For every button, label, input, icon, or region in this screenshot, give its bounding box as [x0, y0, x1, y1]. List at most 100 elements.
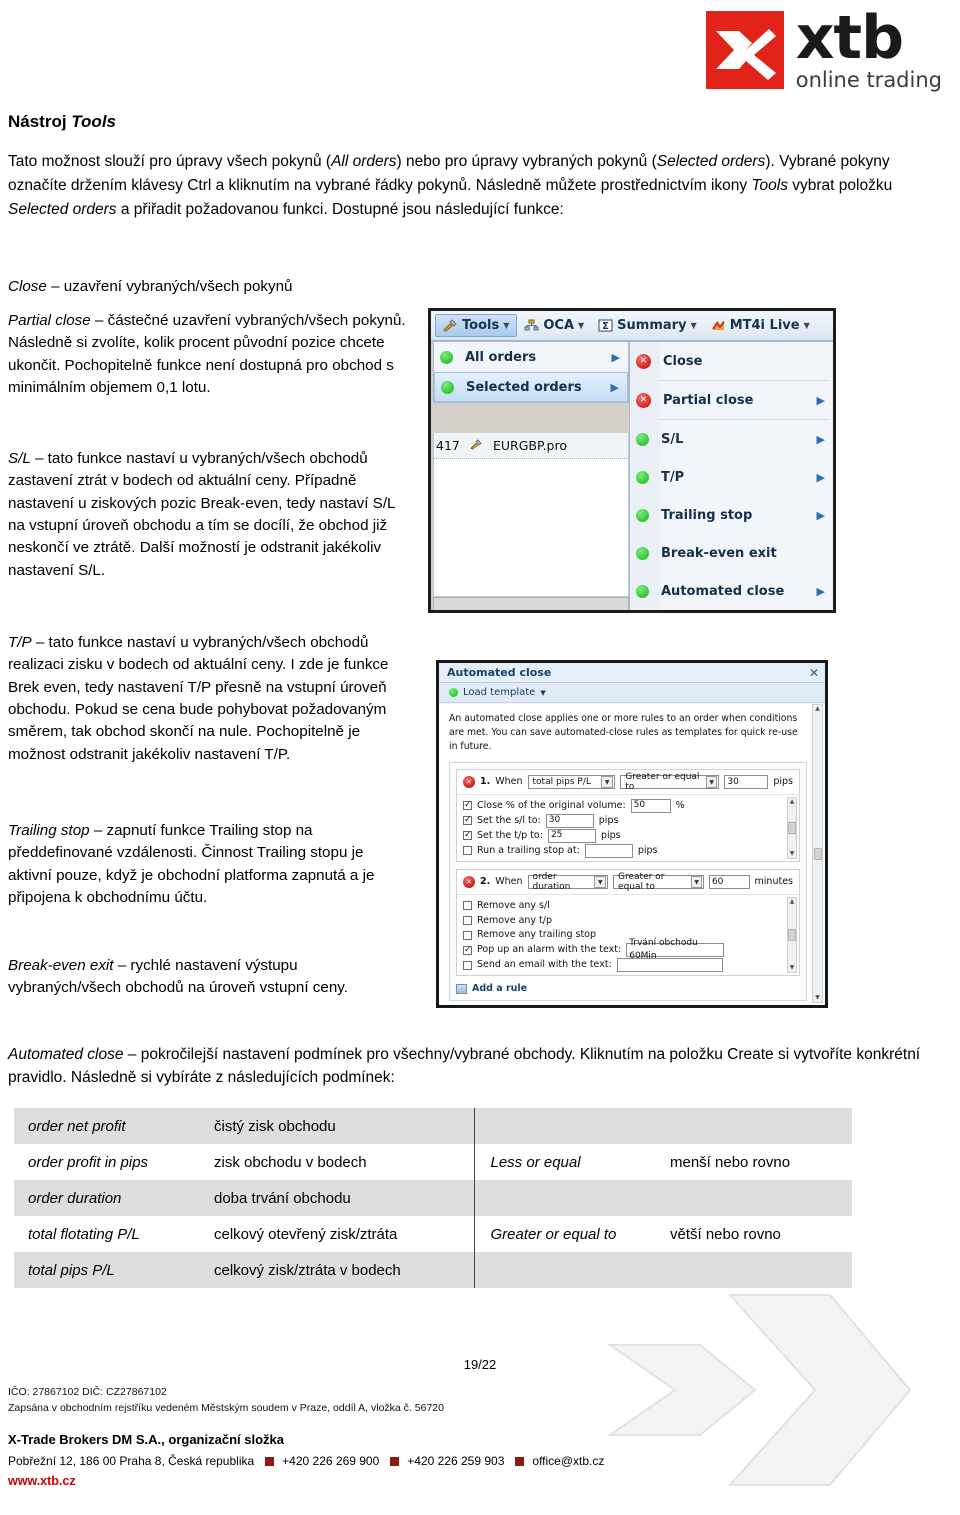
green-dot-icon [440, 350, 453, 364]
load-template-button[interactable]: Load template [463, 687, 535, 698]
close-icon[interactable]: ✕ [809, 666, 819, 680]
rule-1-option-1-label: Set the s/l to: [477, 814, 541, 826]
toolbar-item-oca[interactable]: OCA ▼ [517, 315, 591, 336]
checkbox-icon[interactable] [463, 829, 472, 842]
toolbar-label-summary: Summary [617, 318, 687, 333]
toolbar-item-mt4i-live[interactable]: MT4i Live ▼ [704, 315, 817, 336]
table-cell-term: total pips P/L [14, 1252, 200, 1288]
rule-1-option-2-input[interactable]: 25 [547, 828, 596, 843]
page-title-prefix: Nástroj [8, 112, 72, 131]
menu-item-tp[interactable]: T/P ▶ [630, 458, 833, 496]
footer-website-link[interactable]: www.xtb.cz [8, 1474, 76, 1488]
menu-item-close[interactable]: Close [630, 342, 833, 380]
menu-item-sl[interactable]: S/L ▶ [630, 420, 833, 458]
menu-item-break-even-exit[interactable]: Break-even exit [630, 534, 833, 572]
rule-1-option-0-input[interactable]: 50 [630, 798, 671, 813]
checkbox-icon[interactable] [463, 944, 472, 957]
scroll-down-icon[interactable]: ▼ [815, 994, 820, 1002]
menu-item-all-orders[interactable]: All orders ▶ [434, 342, 628, 372]
rule-1-option-3-label: Run a trailing stop at: [477, 844, 580, 856]
rule-2-option-0[interactable]: Remove any s/l [463, 899, 785, 913]
rule-2-scrollbar[interactable]: ▲ ▼ [787, 896, 797, 974]
rule-2-field-select[interactable]: order duration ▼ [527, 872, 609, 892]
rule-2-option-4-input[interactable] [616, 958, 723, 973]
rule-1-option-1[interactable]: Set the s/l to: 30 pips [463, 813, 785, 828]
scroll-up-icon[interactable]: ▲ [815, 705, 820, 713]
rule-1-option-3-unit: pips [637, 844, 658, 856]
rule-1-number: 1. [480, 776, 491, 788]
dialog-scrollbar[interactable]: ▲ ▼ [812, 704, 823, 1003]
checkbox-icon[interactable] [463, 901, 472, 911]
scroll-thumb[interactable] [788, 821, 796, 834]
rule-1-option-0-label: Close % of the original volume: [477, 799, 626, 811]
chevron-down-icon: ▼ [594, 875, 607, 888]
add-rule-button[interactable]: Add a rule [456, 983, 800, 994]
menu-label-break-even-exit: Break-even exit [661, 545, 777, 561]
rule-2-option-3-input[interactable]: Trvání obchodu 60Min [626, 938, 725, 961]
rule-1-when-label: When [495, 776, 523, 788]
rule-1-option-3[interactable]: Run a trailing stop at: pips [463, 843, 785, 858]
toolbar-item-tools[interactable]: Tools ▼ [435, 314, 518, 337]
rule-2-unit: minutes [754, 876, 793, 888]
menu-item-selected-orders[interactable]: Selected orders ▶ [434, 372, 628, 402]
rule-2-header: 2. When order duration ▼ Greater or equa… [457, 870, 799, 894]
xtb-logo: xtb online trading [705, 8, 942, 91]
sigma-icon: Σ [598, 319, 613, 332]
checkbox-icon[interactable] [463, 915, 472, 925]
tools-menu-screenshot: Tools ▼ OCA ▼ Σ Summary ▼ MT4i Live ▼ Al… [428, 308, 836, 613]
checkbox-icon[interactable] [463, 960, 472, 970]
green-dot-icon [441, 380, 454, 394]
fax-icon [390, 1456, 400, 1466]
menu-item-automated-close[interactable]: Automated close ▶ [630, 572, 833, 610]
green-dot-icon [636, 584, 649, 598]
page-number: 19/22 [463, 1357, 497, 1372]
rule-1-scrollbar[interactable]: ▲ ▼ [787, 796, 797, 859]
paragraph-break-even: Break-even exit – rychlé nastavení výstu… [8, 957, 348, 997]
rule-2-option-3[interactable]: Pop up an alarm with the text: Trvání ob… [463, 938, 785, 961]
rule-2-value-input[interactable]: 60 [708, 874, 750, 889]
delete-rule-icon[interactable] [463, 875, 475, 888]
checkbox-icon[interactable] [463, 846, 472, 856]
rule-1-option-1-input[interactable]: 30 [545, 813, 594, 828]
chevron-down-icon: ▼ [540, 688, 546, 697]
scroll-thumb[interactable] [813, 847, 822, 860]
rule-1-value-input[interactable]: 30 [724, 774, 769, 789]
table-cell-term: order duration [14, 1180, 200, 1216]
tools-menu-level2: Close Partial close ▶ S/L ▶ T/P ▶ Traili… [629, 341, 833, 610]
table-cell-operator: Less or equal [473, 1144, 656, 1180]
rule-1-option-2-label: Set the t/p to: [477, 829, 543, 841]
order-row-id: 417 [436, 438, 460, 453]
rule-1-operator-select[interactable]: Greater or equal to ▼ [620, 772, 720, 792]
rule-2-option-4[interactable]: Send an email with the text: [463, 958, 785, 973]
orders-grid-row[interactable]: 417 EURGBP.pro [433, 433, 629, 459]
red-x-icon [636, 353, 651, 369]
scroll-thumb[interactable] [788, 928, 796, 941]
rule-1-option-1-unit: pips [598, 814, 619, 826]
scroll-down-icon[interactable]: ▼ [790, 964, 795, 972]
scroll-up-icon[interactable]: ▲ [790, 898, 795, 906]
rule-1-field-select[interactable]: total pips P/L ▼ [527, 774, 616, 789]
chevron-down-icon: ▼ [691, 875, 702, 888]
rule-1-option-2-unit: pips [600, 829, 621, 841]
checkbox-icon[interactable] [463, 814, 472, 827]
rule-2-option-1[interactable]: Remove any t/p [463, 914, 785, 928]
scroll-down-icon[interactable]: ▼ [790, 850, 795, 858]
rule-2-operator-select[interactable]: Greater or equal to ▼ [613, 872, 704, 892]
menu-item-partial-close[interactable]: Partial close ▶ [630, 381, 833, 419]
rule-2-when-label: When [495, 876, 523, 888]
rule-1-option-3-input[interactable] [584, 843, 633, 858]
scroll-up-icon[interactable]: ▲ [790, 798, 795, 806]
rule-1-option-0-unit: % [675, 799, 685, 811]
checkbox-icon[interactable] [463, 930, 472, 940]
rule-2-option-2[interactable]: Remove any trailing stop [463, 928, 785, 942]
checkbox-icon[interactable] [463, 799, 472, 812]
toolbar-item-summary[interactable]: Σ Summary ▼ [591, 315, 704, 336]
page-title: Nástroj Tools [8, 112, 116, 132]
table-cell-translation: čistý zisk obchodu [200, 1108, 475, 1144]
menu-item-trailing-stop[interactable]: Trailing stop ▶ [630, 496, 833, 534]
rule-1-option-0[interactable]: Close % of the original volume: 50 % [463, 798, 785, 813]
delete-rule-icon[interactable] [463, 775, 475, 788]
xtb-watermark [606, 1294, 912, 1486]
rule-2-option-3-label: Pop up an alarm with the text: [477, 944, 622, 956]
rule-1-option-2[interactable]: Set the t/p to: 25 pips [463, 828, 785, 843]
